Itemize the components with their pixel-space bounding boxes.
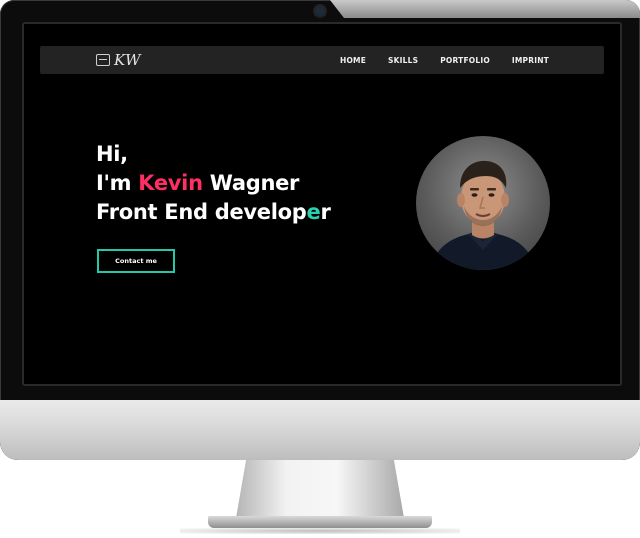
navbar: KW HOME SKILLS PORTFOLIO IMPRINT	[40, 46, 604, 74]
logo-text: KW	[114, 51, 142, 69]
nav-imprint[interactable]: IMPRINT	[512, 56, 549, 65]
stand-shadow	[180, 528, 460, 534]
role-end: r	[320, 200, 331, 224]
profile-photo	[416, 136, 550, 270]
monitor-chin	[0, 400, 640, 460]
hero-line-name: I'm Kevin Wagner	[96, 169, 331, 198]
role-accent-letter: e	[306, 200, 321, 224]
hero-line-greeting: Hi,	[96, 140, 331, 169]
laptop-icon	[96, 54, 110, 66]
monitor-frame: KW HOME SKILLS PORTFOLIO IMPRINT Hi, I'm…	[0, 0, 640, 460]
first-name: Kevin	[138, 171, 203, 195]
site-logo[interactable]: KW	[96, 51, 141, 69]
hero-line-role: Front End developer	[96, 198, 331, 227]
greeting-text: Hi,	[96, 142, 128, 166]
contact-button[interactable]: Contact me	[97, 249, 175, 273]
intro-prefix: I'm	[96, 171, 139, 195]
person-illustration	[430, 160, 536, 270]
nav-links: HOME SKILLS PORTFOLIO IMPRINT	[340, 46, 549, 74]
last-name: Wagner	[202, 171, 300, 195]
nav-skills[interactable]: SKILLS	[388, 56, 418, 65]
monitor-stand-base	[208, 516, 432, 528]
monitor-glare	[330, 0, 640, 18]
monitor-stand-neck	[236, 460, 404, 518]
role-text: Front End develop	[96, 200, 307, 224]
hero-heading: Hi, I'm Kevin Wagner Front End developer	[96, 140, 331, 227]
screen: KW HOME SKILLS PORTFOLIO IMPRINT Hi, I'm…	[22, 22, 622, 386]
nav-portfolio[interactable]: PORTFOLIO	[440, 56, 490, 65]
nav-home[interactable]: HOME	[340, 56, 366, 65]
camera-icon	[315, 6, 325, 16]
